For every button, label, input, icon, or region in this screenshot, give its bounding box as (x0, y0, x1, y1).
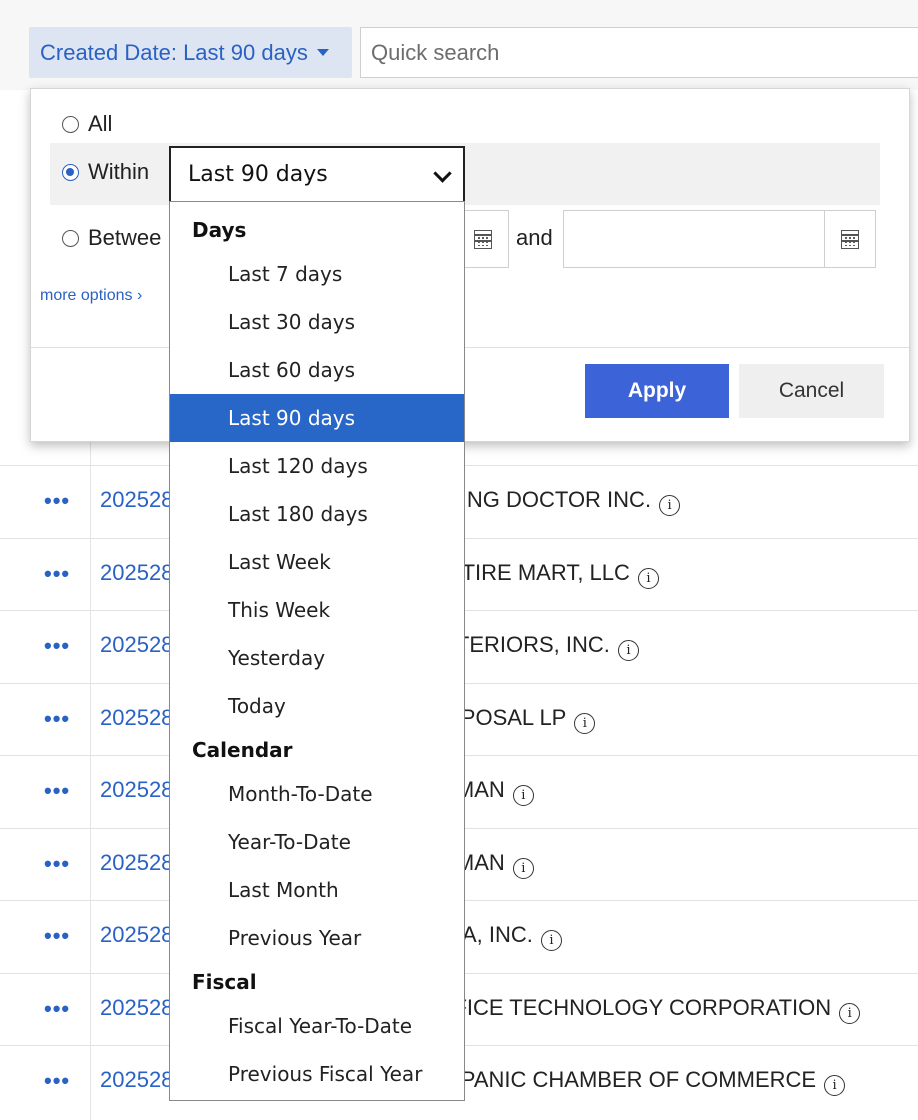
row-record-link[interactable]: 202528 (100, 995, 173, 1021)
row-record-link[interactable]: 202528 (100, 922, 173, 948)
radio-within-row[interactable]: Within (62, 159, 149, 185)
dropdown-option[interactable]: Last 180 days (170, 490, 464, 538)
row-record-link[interactable]: 202528 (100, 705, 173, 731)
row-record-link[interactable]: 202528 (100, 777, 173, 803)
info-icon[interactable]: i (839, 1002, 861, 1024)
dropdown-option[interactable]: Last Month (170, 866, 464, 914)
row-company-name: FFICE TECHNOLOGY CORPORATION i (440, 995, 861, 1024)
row-record-link[interactable]: 202528 (100, 850, 173, 876)
info-icon[interactable]: i (574, 712, 596, 734)
radio-between-label: Betwee (88, 225, 162, 250)
row-record-link[interactable]: 202528 (100, 560, 173, 586)
more-options-link[interactable]: more options › (40, 287, 142, 305)
apply-button[interactable]: Apply (585, 364, 729, 418)
radio-between[interactable] (62, 229, 79, 247)
dropdown-option[interactable]: Today (170, 682, 464, 730)
info-icon[interactable]: i (824, 1075, 846, 1096)
quick-search-input[interactable] (360, 27, 918, 78)
dropdown-option[interactable]: Previous Year (170, 914, 464, 962)
dropdown-option[interactable]: Fiscal Year-To-Date (170, 1002, 464, 1050)
dropdown-option[interactable]: Previous Fiscal Year (170, 1050, 464, 1098)
row-actions-icon[interactable]: ••• (44, 997, 70, 1019)
radio-within-label: Within (88, 159, 150, 184)
row-actions-icon[interactable]: ••• (44, 1070, 70, 1092)
row-company-name: N TIRE MART, LLC i (440, 560, 659, 589)
dropdown-option[interactable]: Last 90 days (170, 394, 464, 442)
dropdown-option[interactable]: Last 120 days (170, 442, 464, 490)
date-filter-panel: All Within Betwee and more options › App… (30, 88, 910, 442)
between-and-label: and (516, 225, 553, 250)
within-range-select-value: Last 90 days (188, 162, 328, 187)
calendar-icon[interactable] (841, 229, 859, 249)
calendar-icon[interactable] (474, 229, 492, 249)
info-icon[interactable]: i (512, 785, 534, 806)
within-range-select[interactable]: Last 90 days (169, 146, 465, 203)
row-actions-icon[interactable]: ••• (44, 562, 70, 584)
chevron-down-icon (433, 164, 452, 183)
info-icon[interactable]: i (659, 495, 681, 516)
filter-toolbar: Created Date: Last 90 days (0, 0, 918, 90)
row-actions-icon[interactable]: ••• (44, 925, 70, 947)
row-actions-icon[interactable]: ••• (44, 707, 70, 729)
cancel-button[interactable]: Cancel (739, 364, 884, 418)
row-record-link[interactable]: 202528 (100, 1067, 173, 1093)
end-date-calendar-button[interactable] (824, 211, 875, 267)
dropdown-option[interactable]: Month-To-Date (170, 770, 464, 818)
panel-divider (31, 347, 909, 348)
radio-all-label: All (88, 111, 113, 136)
row-actions-icon[interactable]: ••• (44, 490, 70, 512)
between-end-date-input[interactable] (563, 210, 876, 268)
row-company-name: IBING DOCTOR INC. i (440, 487, 681, 516)
dropdown-option[interactable]: Last 7 days (170, 250, 464, 298)
row-company-name: NTERIORS, INC. i (440, 632, 639, 661)
row-company-name: ISPANIC CHAMBER OF COMMERCE i (440, 1067, 846, 1096)
dropdown-group-label: Fiscal (192, 970, 257, 994)
row-actions-icon[interactable]: ••• (44, 852, 70, 874)
created-date-filter-button[interactable]: Created Date: Last 90 days (29, 27, 352, 78)
info-icon[interactable]: i (512, 857, 534, 879)
dropdown-group-label: Calendar (192, 738, 293, 762)
dropdown-option[interactable]: Year-To-Date (170, 818, 464, 866)
radio-all-row[interactable]: All (62, 111, 112, 137)
caret-down-icon (316, 49, 329, 56)
radio-between-row[interactable]: Betwee (62, 225, 161, 251)
created-date-filter-label: Created Date: Last 90 days (40, 39, 308, 65)
row-record-link[interactable]: 202528 (100, 487, 173, 513)
dropdown-group-label: Days (192, 218, 247, 242)
row-actions-icon[interactable]: ••• (44, 780, 70, 802)
dropdown-option[interactable]: Last 30 days (170, 298, 464, 346)
info-icon[interactable]: i (540, 930, 562, 951)
info-icon[interactable]: i (637, 567, 659, 589)
radio-all[interactable] (62, 115, 79, 133)
within-range-options-list: Days Last 7 days Last 30 days Last 60 days L… (169, 201, 465, 1101)
info-icon[interactable]: i (617, 640, 639, 661)
row-record-link[interactable]: 202528 (100, 632, 173, 658)
radio-within[interactable] (62, 163, 79, 181)
dropdown-option[interactable]: Last 60 days (170, 346, 464, 394)
dropdown-option[interactable]: Yesterday (170, 634, 464, 682)
row-actions-icon[interactable]: ••• (44, 635, 70, 657)
dropdown-option[interactable]: This Week (170, 586, 464, 634)
dropdown-option[interactable]: Last Week (170, 538, 464, 586)
